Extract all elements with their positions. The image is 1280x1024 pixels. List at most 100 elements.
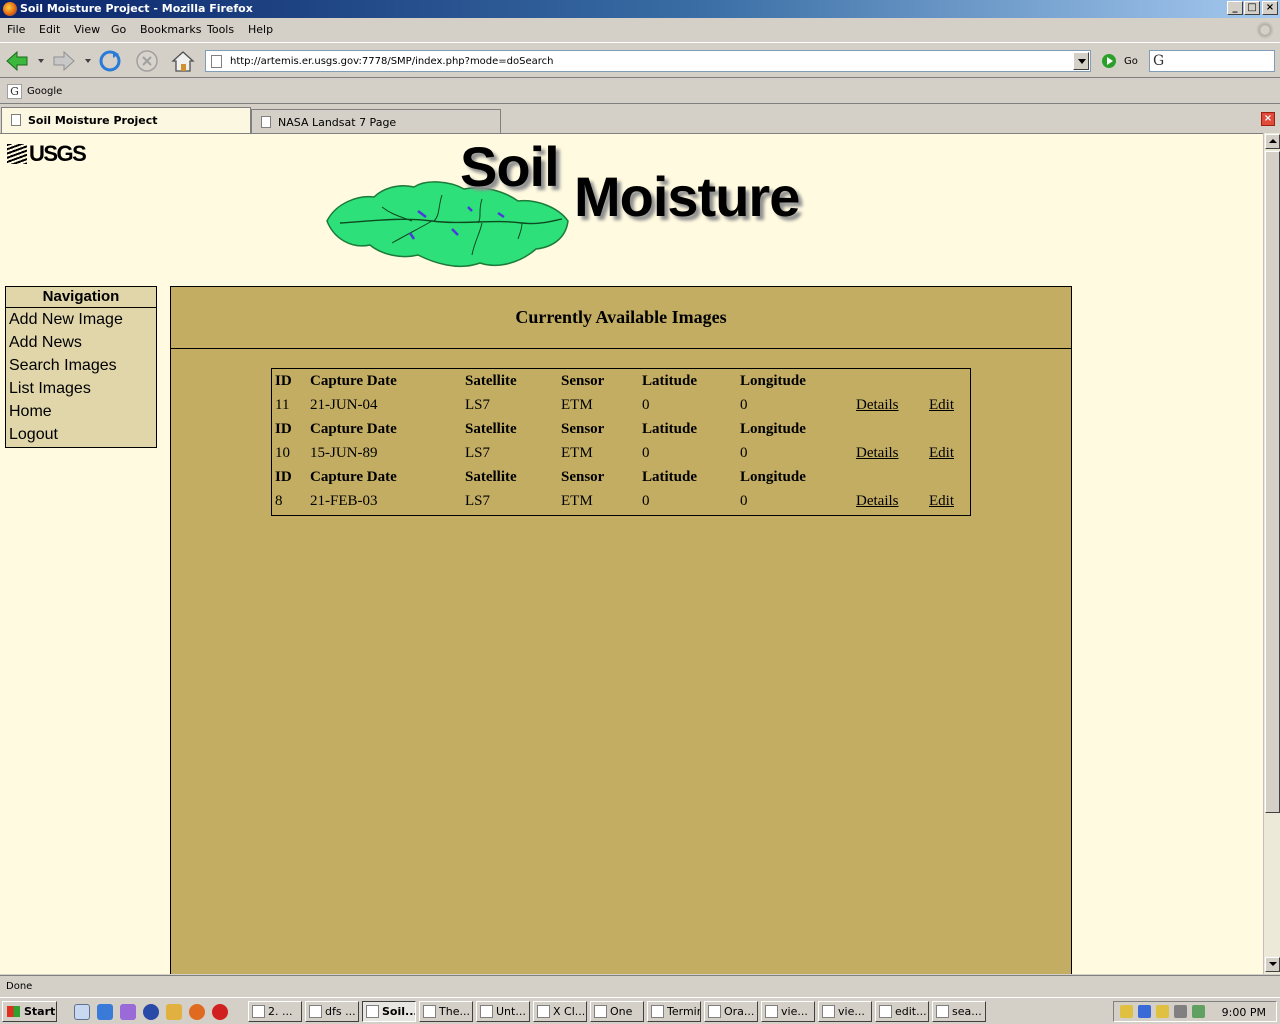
usgs-wave-icon [7,144,27,164]
forward-icon[interactable] [51,49,77,73]
url-history-dropdown[interactable] [1073,52,1089,70]
edit-link[interactable]: Edit [929,397,954,414]
scroll-up-icon[interactable] [1265,134,1280,149]
nav-list-images[interactable]: List Images [6,377,156,400]
nav-add-new-image[interactable]: Add New Image [6,308,156,331]
nav-add-news[interactable]: Add News [6,331,156,354]
table-cell-id: 8 [275,493,283,509]
taskbar-button[interactable]: dfs ... [305,1001,359,1022]
minimize-button[interactable]: _ [1227,1,1243,15]
reload-icon[interactable] [97,49,123,73]
taskbar-button[interactable]: Ora... [704,1001,758,1022]
firefox-quicklaunch-icon[interactable] [189,1004,205,1020]
table-cell-sensor: ETM [561,445,593,461]
tray-pencil-icon[interactable] [1156,1005,1169,1018]
details-link[interactable]: Details [856,397,899,414]
table-header-cell: Satellite [465,421,517,437]
tray-status-icon[interactable] [1192,1005,1205,1018]
internet-explorer-icon[interactable] [97,1004,113,1020]
scroll-down-icon[interactable] [1265,957,1280,972]
messenger-icon[interactable] [143,1004,159,1020]
taskbar-button[interactable]: X Cl... [533,1001,587,1022]
taskbar-button[interactable]: Unt... [476,1001,530,1022]
taskbar-button[interactable]: Soil... [362,1001,416,1022]
url-input[interactable] [230,53,1070,69]
taskbar-button[interactable]: The... [419,1001,473,1022]
taskbar-button[interactable]: Terminal [647,1001,701,1022]
table-cell-lon: 0 [740,445,748,461]
taskbar-button[interactable]: vie... [818,1001,872,1022]
menu-file[interactable]: File [7,23,25,36]
nav-home[interactable]: Home [6,400,156,423]
tab-soil-moisture-project[interactable]: Soil Moisture Project [1,107,251,133]
table-header-cell: Capture Date [310,469,397,485]
window-title: Soil Moisture Project - Mozilla Firefox [20,2,253,15]
menu-bookmarks[interactable]: Bookmarks [140,23,201,36]
edit-link[interactable]: Edit [929,445,954,462]
scroll-thumb[interactable] [1265,151,1280,813]
google-icon: G [7,84,22,99]
taskbar-button-label: 2. ... [268,1005,293,1018]
throbber-icon [1256,21,1274,39]
close-tab-icon[interactable]: × [1261,112,1275,126]
vertical-scrollbar[interactable] [1263,133,1280,974]
url-bar[interactable] [205,50,1091,72]
start-button[interactable]: Start [2,1001,57,1022]
app-c-icon[interactable] [212,1004,228,1020]
table-header-cell: ID [275,373,292,389]
window-icon [366,1005,379,1018]
edit-link[interactable]: Edit [929,493,954,510]
back-icon[interactable] [4,49,30,73]
menu-tools[interactable]: Tools [207,23,234,36]
taskbar-button[interactable]: vie... [761,1001,815,1022]
table-cell-lon: 0 [740,493,748,509]
navigation-toolbar: Go G [0,42,1280,78]
tray-app-icon[interactable] [1120,1005,1133,1018]
menu-help[interactable]: Help [248,23,273,36]
table-cell-sensor: ETM [561,493,593,509]
table-header-cell: Longitude [740,421,806,437]
bookmark-google[interactable]: Google [27,86,62,97]
table-header-cell: Capture Date [310,373,397,389]
search-box[interactable]: G [1149,50,1275,72]
taskbar-button-label: The... [439,1005,470,1018]
tab-nasa-landsat[interactable]: NASA Landsat 7 Page [251,109,501,135]
tab-label: Soil Moisture Project [28,114,158,127]
nav-logout[interactable]: Logout [6,423,156,446]
menu-view[interactable]: View [74,23,100,36]
window-icon [879,1005,892,1018]
bookmarks-toolbar: G Google [0,80,1280,104]
table-header-cell: ID [275,469,292,485]
navigation-menu: Navigation Add New Image Add News Search… [5,286,157,448]
maximize-button[interactable]: □ [1244,1,1260,15]
taskbar-button-label: edit... [895,1005,927,1018]
show-desktop-icon[interactable] [74,1004,90,1020]
details-link[interactable]: Details [856,445,899,462]
system-tray: 9:00 PM [1113,1001,1277,1022]
table-header-cell: ID [275,421,292,437]
table-header-cell: Sensor [561,469,605,485]
forward-dropdown-icon[interactable] [85,59,91,63]
details-link[interactable]: Details [856,493,899,510]
table-cell-id: 10 [275,445,290,461]
stop-icon[interactable] [134,49,160,73]
media-player-icon[interactable] [120,1004,136,1020]
close-window-button[interactable]: × [1262,1,1278,15]
window-title-bar[interactable]: Soil Moisture Project - Mozilla Firefox … [0,0,1280,18]
table-cell-sensor: ETM [561,397,593,413]
taskbar-button[interactable]: sea... [932,1001,986,1022]
menu-edit[interactable]: Edit [39,23,60,36]
menu-go[interactable]: Go [111,23,126,36]
nav-search-images[interactable]: Search Images [6,354,156,377]
home-icon[interactable] [170,49,196,73]
back-dropdown-icon[interactable] [38,59,44,63]
usgs-logo-text: USGS [29,141,87,166]
taskbar-button[interactable]: edit... [875,1001,929,1022]
tool-icon[interactable] [166,1004,182,1020]
taskbar-button[interactable]: 2. ... [248,1001,302,1022]
taskbar-button[interactable]: One [590,1001,644,1022]
network-icon[interactable] [1138,1005,1151,1018]
table-cell-date: 15-JUN-89 [310,445,378,461]
google-search-engine-icon[interactable]: G [1153,53,1164,69]
volume-icon[interactable] [1174,1005,1187,1018]
